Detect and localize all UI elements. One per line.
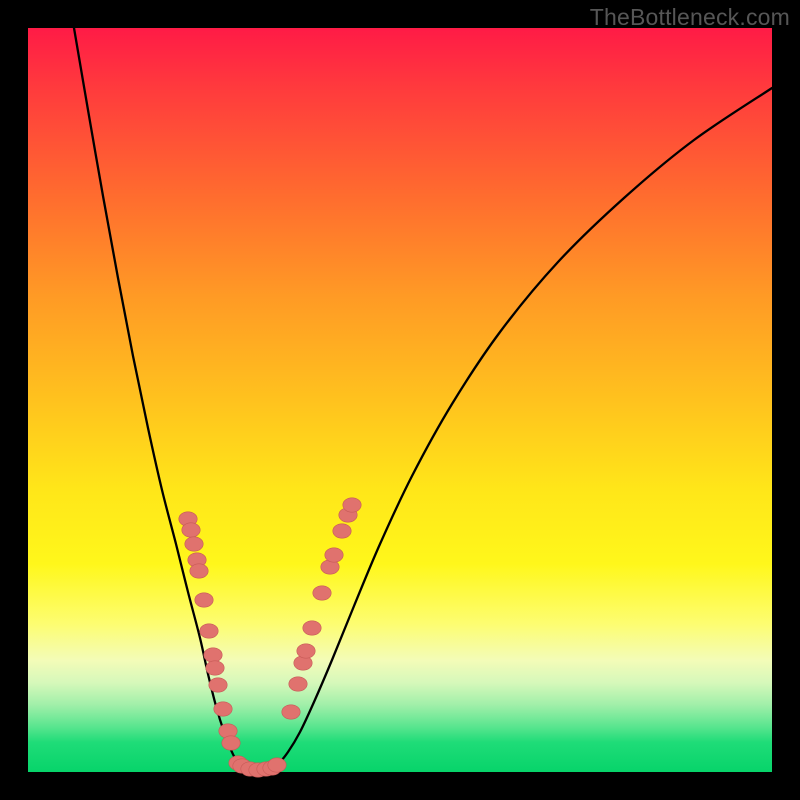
data-point <box>222 736 240 750</box>
chart-svg <box>28 28 772 772</box>
data-point <box>303 621 321 635</box>
data-point <box>325 548 343 562</box>
data-point <box>195 593 213 607</box>
data-points <box>179 498 361 777</box>
watermark-text: TheBottleneck.com <box>590 4 790 31</box>
data-point <box>268 758 286 772</box>
data-point <box>297 644 315 658</box>
data-point <box>200 624 218 638</box>
data-point <box>209 678 227 692</box>
data-point <box>182 523 200 537</box>
plot-area <box>28 28 772 772</box>
data-point <box>185 537 203 551</box>
data-point <box>190 564 208 578</box>
curve-path <box>74 28 772 770</box>
data-point <box>289 677 307 691</box>
data-point <box>206 661 224 675</box>
data-point <box>214 702 232 716</box>
data-point <box>204 648 222 662</box>
data-point <box>343 498 361 512</box>
data-point <box>313 586 331 600</box>
data-point <box>333 524 351 538</box>
data-point <box>282 705 300 719</box>
chart-frame: TheBottleneck.com <box>0 0 800 800</box>
bottleneck-curve <box>74 28 772 770</box>
